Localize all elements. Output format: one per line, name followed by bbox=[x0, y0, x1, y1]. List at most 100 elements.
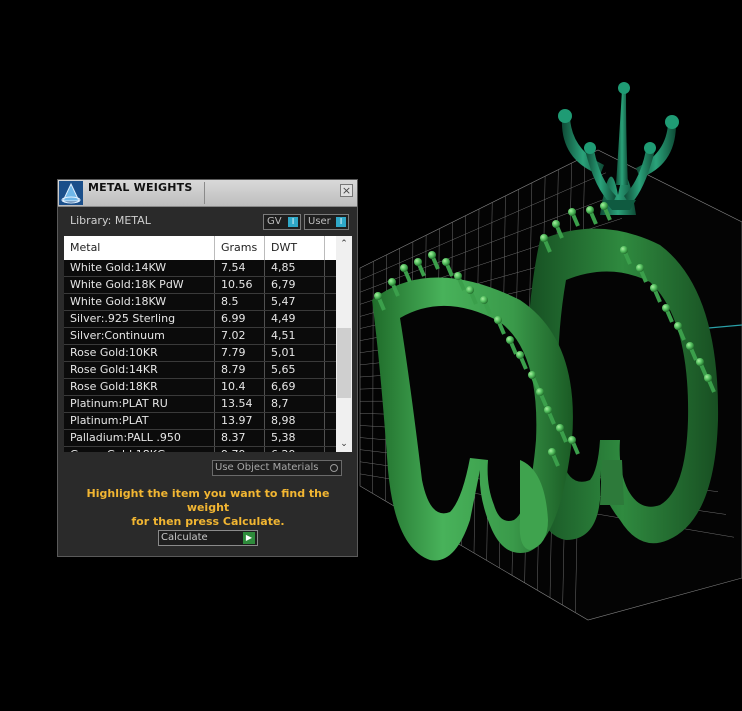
cell-spacer bbox=[325, 362, 336, 378]
table-row[interactable]: Rose Gold:18KR 10.4 6,69 bbox=[64, 379, 336, 396]
cell-dwt: 5,47 bbox=[265, 294, 325, 310]
prong-bead bbox=[528, 371, 536, 379]
cell-spacer bbox=[325, 447, 336, 452]
instruction-line-1: Highlight the item you want to find the … bbox=[86, 487, 330, 514]
cell-grams: 9.79 bbox=[215, 447, 265, 452]
prong-bead bbox=[674, 322, 682, 330]
cell-metal: Rose Gold:18KR bbox=[64, 379, 215, 395]
cell-grams: 7.79 bbox=[215, 345, 265, 361]
cell-dwt: 8,7 bbox=[265, 396, 325, 412]
prong-bead bbox=[696, 358, 704, 366]
cell-dwt: 4,85 bbox=[265, 260, 325, 276]
cell-dwt: 5,38 bbox=[265, 430, 325, 446]
column-header-grams[interactable]: Grams bbox=[215, 236, 265, 260]
prong-bead bbox=[544, 406, 552, 414]
use-object-materials-label: Use Object Materials bbox=[215, 462, 319, 473]
cell-metal: Green Gold:18KG bbox=[64, 447, 215, 452]
dialog-titlebar[interactable]: METAL WEIGHTS × bbox=[58, 180, 357, 207]
table-row[interactable]: White Gold:14KW 7.54 4,85 bbox=[64, 260, 336, 277]
scroll-thumb[interactable] bbox=[337, 328, 351, 398]
cell-grams: 13.54 bbox=[215, 396, 265, 412]
play-arrow-icon: ▶ bbox=[243, 532, 255, 544]
user-toggle-label: User bbox=[308, 216, 331, 227]
prong-bead bbox=[620, 246, 628, 254]
column-header-metal[interactable]: Metal bbox=[64, 236, 215, 260]
prong-bead bbox=[686, 342, 694, 350]
cell-metal: Rose Gold:10KR bbox=[64, 345, 215, 361]
cell-grams: 8.5 bbox=[215, 294, 265, 310]
prong-bead bbox=[600, 202, 608, 210]
cell-dwt: 5,65 bbox=[265, 362, 325, 378]
prong-bead bbox=[454, 272, 462, 280]
cell-spacer bbox=[325, 328, 336, 344]
metal-table[interactable]: Metal Grams DWT White Gold:14KW 7.54 4,85 W… bbox=[64, 236, 352, 452]
cell-grams: 10.56 bbox=[215, 277, 265, 293]
table-row[interactable]: Rose Gold:14KR 8.79 5,65 bbox=[64, 362, 336, 379]
column-header-dwt[interactable]: DWT bbox=[265, 236, 325, 260]
table-row[interactable]: White Gold:18KW 8.5 5,47 bbox=[64, 294, 336, 311]
instruction-line-2: for then press Calculate. bbox=[131, 515, 285, 528]
cell-grams: 8.37 bbox=[215, 430, 265, 446]
table-row[interactable]: Platinum:PLAT 13.97 8,98 bbox=[64, 413, 336, 430]
prong-bead bbox=[494, 316, 502, 324]
prong-bead bbox=[414, 258, 422, 266]
table-row[interactable]: Silver:.925 Sterling 6.99 4,49 bbox=[64, 311, 336, 328]
table-row[interactable]: Green Gold:18KG9.796,29 bbox=[64, 447, 336, 452]
instruction-text: Highlight the item you want to find the … bbox=[68, 487, 348, 529]
table-row[interactable]: Silver:Continuum 7.02 4,51 bbox=[64, 328, 336, 345]
scroll-down-icon[interactable]: ⌄ bbox=[336, 436, 352, 452]
gemvision-logo-icon bbox=[59, 181, 83, 205]
cell-spacer bbox=[325, 294, 336, 310]
toggle-knob-icon: I bbox=[336, 217, 346, 227]
prong-bead bbox=[428, 251, 436, 259]
cell-spacer bbox=[325, 379, 336, 395]
cell-spacer bbox=[325, 277, 336, 293]
cell-grams: 10.4 bbox=[215, 379, 265, 395]
titlebar-divider bbox=[204, 182, 205, 204]
prong-bead bbox=[556, 424, 564, 432]
cell-dwt: 8,98 bbox=[265, 413, 325, 429]
prong-bead bbox=[636, 264, 644, 272]
gv-toggle-label: GV bbox=[267, 216, 282, 227]
table-row[interactable]: White Gold:18K PdW 10.56 6,79 bbox=[64, 277, 336, 294]
close-icon[interactable]: × bbox=[340, 184, 353, 197]
toggle-knob-icon: I bbox=[288, 217, 298, 227]
cell-grams: 7.02 bbox=[215, 328, 265, 344]
prong-bead bbox=[586, 206, 594, 214]
calculate-button[interactable]: Calculate ▶ bbox=[158, 530, 258, 546]
cell-dwt: 5,01 bbox=[265, 345, 325, 361]
use-object-materials-toggle[interactable]: Use Object Materials bbox=[212, 460, 342, 476]
cell-metal: Silver:.925 Sterling bbox=[64, 311, 215, 327]
cell-spacer bbox=[325, 413, 336, 429]
prong-bead bbox=[516, 351, 524, 359]
table-header: Metal Grams DWT bbox=[64, 236, 336, 260]
table-scrollbar[interactable]: ⌃ ⌄ bbox=[336, 236, 352, 452]
cell-metal: White Gold:18KW bbox=[64, 294, 215, 310]
radio-icon bbox=[330, 464, 338, 472]
cell-metal: White Gold:14KW bbox=[64, 260, 215, 276]
cell-spacer bbox=[325, 396, 336, 412]
table-row[interactable]: Rose Gold:10KR 7.79 5,01 bbox=[64, 345, 336, 362]
prong-bead bbox=[374, 292, 382, 300]
prong-bead bbox=[400, 264, 408, 272]
user-toggle[interactable]: User I bbox=[304, 214, 349, 230]
cell-dwt: 6,79 bbox=[265, 277, 325, 293]
prong-bead bbox=[568, 436, 576, 444]
cell-metal: Palladium:PALL .950 bbox=[64, 430, 215, 446]
prong-bead bbox=[388, 278, 396, 286]
table-row[interactable]: Platinum:PLAT RU 13.54 8,7 bbox=[64, 396, 336, 413]
cell-grams: 13.97 bbox=[215, 413, 265, 429]
prong-bead bbox=[704, 374, 712, 382]
prong-bead bbox=[650, 284, 658, 292]
prong-bead bbox=[662, 304, 670, 312]
prong-bead bbox=[442, 258, 450, 266]
cell-metal: White Gold:18K PdW bbox=[64, 277, 215, 293]
prong-bead bbox=[568, 208, 576, 216]
cell-dwt: 6,69 bbox=[265, 379, 325, 395]
prong-bead bbox=[552, 220, 560, 228]
scroll-up-icon[interactable]: ⌃ bbox=[336, 236, 352, 252]
gv-toggle[interactable]: GV I bbox=[263, 214, 301, 230]
prong-bead bbox=[506, 336, 514, 344]
dialog-title: METAL WEIGHTS bbox=[88, 181, 193, 194]
table-row[interactable]: Palladium:PALL .950 8.37 5,38 bbox=[64, 430, 336, 447]
